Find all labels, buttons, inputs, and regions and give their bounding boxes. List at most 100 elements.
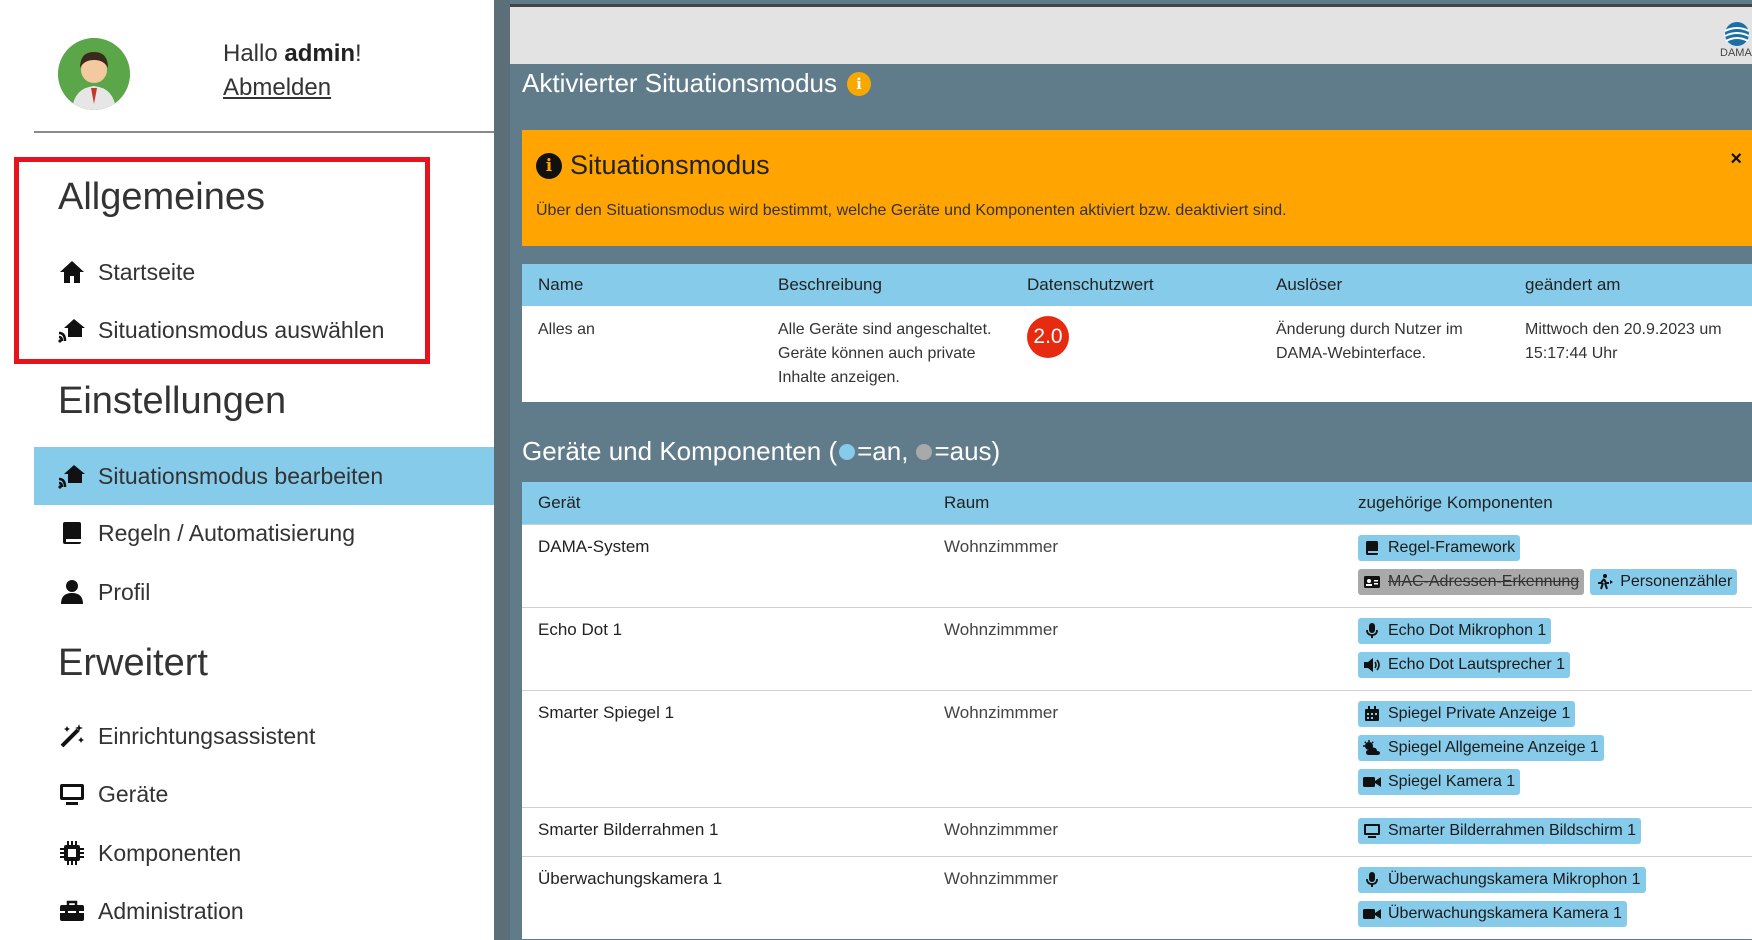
book-icon bbox=[58, 519, 86, 547]
device-name: DAMA-System bbox=[522, 523, 928, 607]
speaker-icon bbox=[1363, 656, 1381, 674]
component-chip[interactable]: Überwachungskamera Kamera 1 bbox=[1358, 900, 1627, 927]
component-label: MAC-Adressen-Erkennung bbox=[1388, 572, 1580, 590]
nav-label: Situationsmodus bearbeiten bbox=[98, 462, 384, 489]
table-header-row: Gerät Raum zugehörige Komponenten bbox=[522, 482, 1752, 524]
table-row: Alles an Alle Geräte sind angeschaltet. … bbox=[522, 306, 1752, 402]
component-label: Spiegel Allgemeine Anzeige 1 bbox=[1388, 738, 1599, 756]
nav-item-geraete[interactable]: Geräte bbox=[34, 766, 494, 822]
close-icon[interactable]: × bbox=[1730, 148, 1742, 171]
toolbox-icon bbox=[58, 897, 86, 925]
top-bar: DAMA bbox=[510, 4, 1752, 64]
nav-label: Einrichtungsassistent bbox=[98, 722, 316, 749]
column-header: geändert am bbox=[1509, 264, 1752, 306]
dama-logo: DAMA bbox=[1716, 19, 1752, 65]
column-header: Beschreibung bbox=[762, 264, 1011, 306]
component-chip[interactable]: Echo Dot Mikrophon 1 bbox=[1358, 617, 1552, 644]
device-room: Wohnzimmmer bbox=[928, 606, 1342, 690]
video-camera-icon bbox=[1363, 905, 1381, 923]
component-label: Überwachungskamera Mikrophon 1 bbox=[1388, 870, 1641, 888]
component-chip[interactable]: Personenzähler bbox=[1590, 568, 1738, 595]
book-icon bbox=[1363, 539, 1381, 557]
component-chip[interactable]: Spiegel Kamera 1 bbox=[1358, 768, 1521, 795]
mode-changed-at: Mittwoch den 20.9.2023 um 15:17:44 Uhr bbox=[1525, 321, 1722, 362]
user-block: Hallo admin! Abmelden bbox=[34, 0, 494, 133]
component-chip[interactable]: Echo Dot Lautsprecher 1 bbox=[1358, 651, 1570, 678]
device-name: Überwachungskamera 1 bbox=[522, 855, 928, 939]
mode-trigger: Änderung durch Nutzer im DAMA-Webinterfa… bbox=[1276, 321, 1463, 362]
column-header: Datenschutzwert bbox=[1011, 264, 1260, 306]
highlight-box bbox=[14, 157, 430, 364]
column-header: Auslöser bbox=[1260, 264, 1509, 306]
mode-description: Alle Geräte sind angeschaltet. Geräte kö… bbox=[778, 321, 992, 386]
active-mode-table: Name Beschreibung Datenschutzwert Auslös… bbox=[522, 264, 1752, 402]
component-cell: Regel-Framework MAC-Adressen-Erkennung Per… bbox=[1342, 523, 1752, 607]
microphone-icon bbox=[1363, 622, 1381, 640]
chip-icon bbox=[58, 839, 86, 867]
logout-link[interactable]: Abmelden bbox=[223, 74, 331, 102]
component-chip[interactable]: Smarter Bilderrahmen Bildschirm 1 bbox=[1358, 817, 1642, 844]
alert-title: i Situationsmodus bbox=[536, 150, 770, 181]
component-cell: Smarter Bilderrahmen Bildschirm 1 bbox=[1342, 806, 1752, 856]
nav-item-administration[interactable]: Administration bbox=[34, 883, 494, 939]
running-person-icon bbox=[1595, 573, 1614, 591]
info-alert: i Situationsmodus Über den Situationsmod… bbox=[522, 130, 1752, 246]
column-header: Name bbox=[522, 264, 762, 306]
nav-item-profil[interactable]: Profil bbox=[34, 564, 494, 620]
device-name: Smarter Bilderrahmen 1 bbox=[522, 806, 928, 856]
nav-label: Profil bbox=[98, 578, 151, 605]
component-chip[interactable]: Überwachungskamera Mikrophon 1 bbox=[1358, 866, 1646, 893]
component-chip[interactable]: Spiegel Allgemeine Anzeige 1 bbox=[1358, 734, 1604, 761]
table-row: Smarter Bilderrahmen 1 Wohnzimmmer Smarter… bbox=[522, 806, 1752, 856]
component-cell: Spiegel Private Anzeige 1 Spiegel Allgeme… bbox=[1342, 689, 1752, 807]
component-label: Spiegel Kamera 1 bbox=[1388, 772, 1516, 790]
devices-title: Geräte und Komponenten ( =an, =aus) bbox=[522, 436, 1001, 466]
component-label: Spiegel Private Anzeige 1 bbox=[1388, 704, 1571, 722]
main-content: DAMA Aktivierter Situationsmodus i i Sit… bbox=[494, 0, 1752, 940]
component-chip[interactable]: Spiegel Private Anzeige 1 bbox=[1358, 700, 1576, 727]
weather-icon bbox=[1363, 739, 1381, 757]
info-icon: i bbox=[536, 152, 562, 179]
nav-item-situationsmodus-bearbeiten[interactable]: Situationsmodus bearbeiten bbox=[34, 447, 494, 505]
legend-on-dot bbox=[839, 443, 856, 460]
nav-item-einrichtungsassistent[interactable]: Einrichtungsassistent bbox=[34, 708, 494, 764]
device-room: Wohnzimmmer bbox=[928, 806, 1342, 856]
avatar bbox=[58, 38, 130, 110]
sidebar: Hallo admin! Abmelden Allgemeines Starts… bbox=[0, 0, 494, 940]
greeting: Hallo admin! bbox=[223, 40, 362, 67]
legend-off-dot bbox=[916, 443, 933, 460]
column-header: Raum bbox=[928, 482, 1342, 524]
username: admin bbox=[284, 40, 356, 67]
component-label: Regel-Framework bbox=[1388, 538, 1516, 556]
section-title-erweitert: Erweitert bbox=[58, 642, 208, 684]
microphone-icon bbox=[1363, 871, 1381, 889]
privacy-cell: 2.0 bbox=[1011, 306, 1260, 402]
section-title-einstellungen: Einstellungen bbox=[58, 380, 287, 422]
device-room: Wohnzimmmer bbox=[928, 523, 1342, 607]
privacy-value-badge: 2.0 bbox=[1027, 316, 1069, 358]
device-name: Echo Dot 1 bbox=[522, 606, 928, 690]
nav-label: Regeln / Automatisierung bbox=[98, 519, 355, 546]
table-row: DAMA-System Wohnzimmmer Regel-Framework MAC… bbox=[522, 523, 1752, 607]
device-name: Smarter Spiegel 1 bbox=[522, 689, 928, 807]
nav-item-regeln-automatisierung[interactable]: Regeln / Automatisierung bbox=[34, 505, 494, 561]
nav-label: Geräte bbox=[98, 780, 169, 807]
table-header-row: Name Beschreibung Datenschutzwert Auslös… bbox=[522, 264, 1752, 306]
component-label: Überwachungskamera Kamera 1 bbox=[1388, 904, 1622, 922]
devices-table: Gerät Raum zugehörige Komponenten DAMA-S… bbox=[522, 482, 1752, 939]
nav-item-komponenten[interactable]: Komponenten bbox=[34, 825, 494, 881]
monitor-icon bbox=[1363, 822, 1381, 840]
info-icon[interactable]: i bbox=[847, 71, 872, 96]
mode-name: Alles an bbox=[538, 321, 595, 338]
nav-label: Administration bbox=[98, 897, 244, 924]
column-header: Gerät bbox=[522, 482, 928, 524]
calendar-icon bbox=[1363, 705, 1381, 723]
user-icon bbox=[58, 578, 86, 606]
component-chip[interactable]: MAC-Adressen-Erkennung bbox=[1358, 568, 1585, 595]
column-header: zugehörige Komponenten bbox=[1342, 482, 1752, 524]
logo-text: DAMA bbox=[1720, 47, 1752, 59]
table-row: Überwachungskamera 1 Wohnzimmmer Überwachu… bbox=[522, 855, 1752, 939]
component-chip[interactable]: Regel-Framework bbox=[1358, 534, 1521, 561]
table-row: Echo Dot 1 Wohnzimmmer Echo Dot Mikrophon … bbox=[522, 606, 1752, 690]
video-camera-icon bbox=[1363, 773, 1381, 791]
